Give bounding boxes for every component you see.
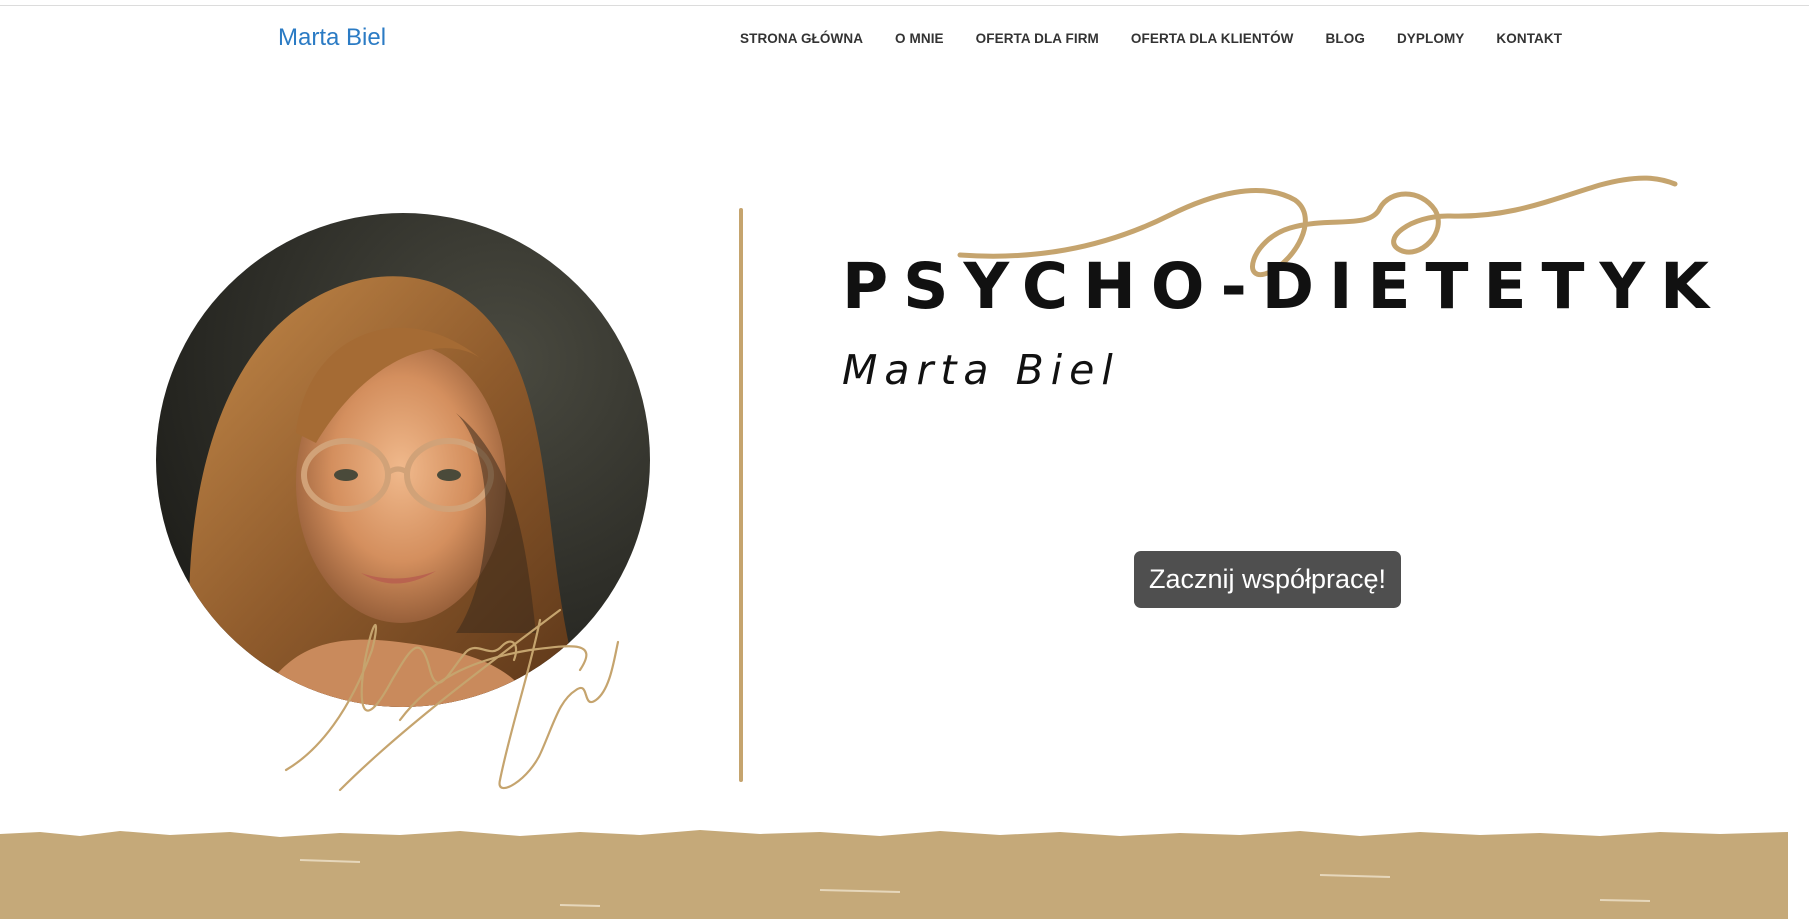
nav-item-oferta-dla-firm[interactable]: OFERTA DLA FIRM [976,31,1099,46]
nav-item-oferta-dla-klientow[interactable]: OFERTA DLA KLIENTÓW [1131,31,1294,46]
nav-item-strona-glowna[interactable]: STRONA GŁÓWNA [740,31,863,46]
main-navigation: STRONA GŁÓWNA O MNIE OFERTA DLA FIRM OFE… [740,31,1562,46]
vertical-divider [739,208,743,782]
site-logo-link[interactable]: Marta Biel [278,24,386,52]
nav-item-blog[interactable]: BLOG [1326,31,1365,46]
nav-item-o-mnie[interactable]: O MNIE [895,31,944,46]
footer-brush-band [0,820,1788,919]
hero-title: PSYCHO-DIETETYK [842,250,1724,323]
hero-subtitle: Marta Biel [842,346,1120,394]
signature-graphic [280,550,670,800]
nav-item-dyplomy[interactable]: DYPLOMY [1397,31,1464,46]
start-cooperation-button[interactable]: Zacznij współpracę! [1134,551,1401,608]
nav-item-kontakt[interactable]: KONTAKT [1496,31,1562,46]
site-header: Marta Biel STRONA GŁÓWNA O MNIE OFERTA D… [0,6,1809,68]
